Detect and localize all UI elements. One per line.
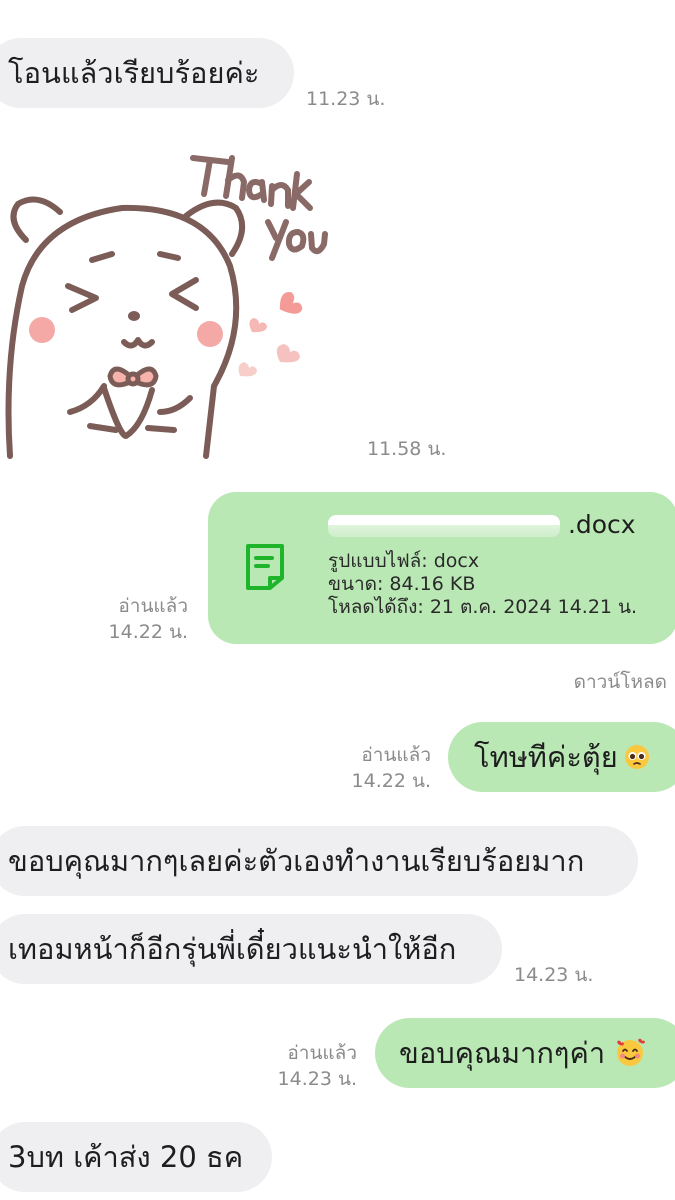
incoming-message-bubble[interactable]: 3บท เค้าส่ง 20 ธค bbox=[0, 1122, 272, 1192]
message-time: 11.58 น. bbox=[367, 438, 447, 460]
document-icon bbox=[246, 544, 284, 590]
incoming-message-bubble[interactable]: เทอมหน้าก็อีกรุ่นพี่เดี๋ยวแนะนำให้อีก bbox=[0, 914, 502, 984]
redacted-file-name bbox=[328, 515, 560, 537]
read-label: อ่านแล้ว bbox=[118, 595, 188, 617]
read-status: อ่านแล้ว 14.22 น. bbox=[109, 593, 188, 645]
message-text: ขอบคุณมากๆค่า bbox=[399, 1035, 606, 1070]
read-status: อ่านแล้ว 14.23 น. bbox=[278, 1040, 357, 1092]
outgoing-message-bubble[interactable]: โทษทีค่ะตุ้ย bbox=[448, 722, 675, 792]
message-time: 14.23 น. bbox=[514, 964, 594, 986]
download-link[interactable]: ดาวน์โหลด bbox=[574, 667, 667, 697]
message-time: 14.22 น. bbox=[108, 621, 188, 643]
message-time: 14.22 น. bbox=[351, 770, 431, 792]
message-time: 14.23 น. bbox=[277, 1068, 357, 1090]
message-text: โอนแล้วเรียบร้อยค่ะ bbox=[8, 55, 260, 90]
file-format: รูปแบบไฟล์: docx bbox=[328, 550, 480, 572]
file-size: ขนาด: 84.16 KB bbox=[328, 573, 476, 595]
incoming-message-bubble[interactable]: โอนแล้วเรียบร้อยค่ะ bbox=[0, 38, 294, 108]
message-time: 11.23 น. bbox=[306, 88, 386, 110]
message-text: 3บท เค้าส่ง 20 ธค bbox=[8, 1139, 244, 1174]
file-details: รูปแบบไฟล์: docx ขนาด: 84.16 KB โหลดได้ถ… bbox=[328, 550, 637, 619]
smiling-face-with-hearts-emoji-icon bbox=[617, 1038, 646, 1066]
message-text: โทษทีค่ะตุ้ย bbox=[474, 739, 618, 774]
cut-off-meta-text: ᅟ bbox=[8, 0, 26, 12]
message-text: ขอบคุณมากๆเลยค่ะตัวเองทำงานเรียบร้อยมาก bbox=[8, 843, 585, 878]
file-expiry: โหลดได้ถึง: 21 ต.ค. 2024 14.21 น. bbox=[328, 596, 638, 618]
outgoing-message-bubble[interactable]: ขอบคุณมากๆค่า bbox=[375, 1018, 675, 1088]
read-label: อ่านแล้ว bbox=[361, 744, 431, 766]
message-text: เทอมหน้าก็อีกรุ่นพี่เดี๋ยวแนะนำให้อีก bbox=[8, 931, 457, 966]
file-message-bubble[interactable]: .docx รูปแบบไฟล์: docx ขนาด: 84.16 KB โห… bbox=[208, 492, 675, 644]
pleading-face-emoji-icon bbox=[624, 745, 649, 769]
incoming-message-bubble[interactable]: ขอบคุณมากๆเลยค่ะตัวเองทำงานเรียบร้อยมาก bbox=[0, 826, 638, 896]
file-name: .docx bbox=[328, 510, 636, 539]
read-status: อ่านแล้ว 14.22 น. bbox=[352, 742, 431, 794]
read-label: อ่านแล้ว bbox=[287, 1042, 357, 1064]
file-extension: .docx bbox=[560, 510, 636, 539]
bear-thank-you-sticker[interactable] bbox=[0, 136, 340, 466]
